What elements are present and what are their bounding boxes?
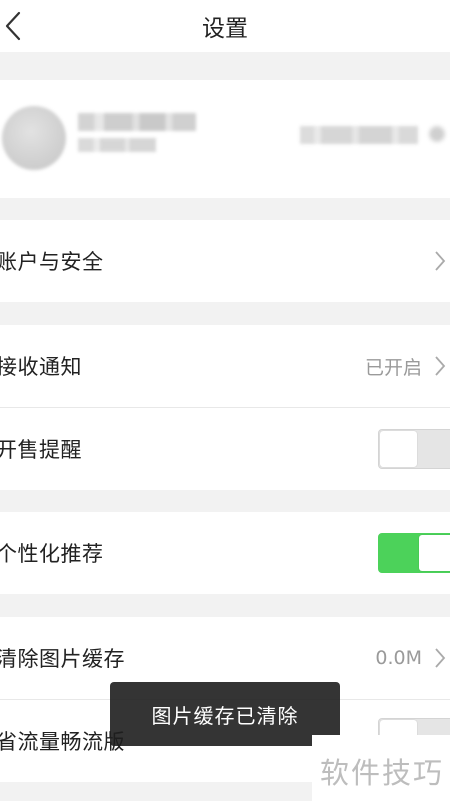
personalized-recommendation-row: 个性化推荐 <box>0 512 450 594</box>
personalized-recommendation-label: 个性化推荐 <box>0 542 104 566</box>
sale-reminder-toggle[interactable] <box>378 429 450 469</box>
profile-card[interactable] <box>0 80 450 198</box>
chevron-right-icon <box>432 355 448 377</box>
toggle-knob <box>380 431 417 467</box>
profile-name-redacted <box>78 113 196 131</box>
profile-info-redacted <box>300 126 418 144</box>
profile-chevron-redacted <box>425 122 449 146</box>
data-saver-label: 省流量畅流版 <box>0 730 125 754</box>
personalized-recommendation-toggle[interactable] <box>378 533 450 573</box>
account-security-label: 账户与安全 <box>0 250 104 274</box>
account-security-row[interactable]: 账户与安全 <box>0 220 450 302</box>
chevron-right-icon <box>432 647 448 669</box>
toggle-knob <box>419 535 450 571</box>
chevron-left-icon <box>5 11 21 41</box>
toast-message: 图片缓存已清除 <box>110 682 340 746</box>
watermark-text: 软件技巧 <box>320 756 445 790</box>
notifications-status: 已开启 <box>364 356 422 379</box>
profile-subtitle-redacted <box>78 138 156 152</box>
sale-reminder-row: 开售提醒 <box>0 408 450 490</box>
notifications-row[interactable]: 接收通知 已开启 <box>0 325 450 407</box>
chevron-right-icon <box>432 250 448 272</box>
notifications-label: 接收通知 <box>0 355 82 379</box>
top-bar: 设置 <box>0 0 450 52</box>
back-button[interactable] <box>0 10 26 42</box>
clear-cache-label: 清除图片缓存 <box>0 647 125 671</box>
cache-size: 0.0M <box>375 647 422 669</box>
avatar <box>2 106 66 170</box>
sale-reminder-label: 开售提醒 <box>0 438 82 462</box>
page-title: 设置 <box>202 16 248 42</box>
